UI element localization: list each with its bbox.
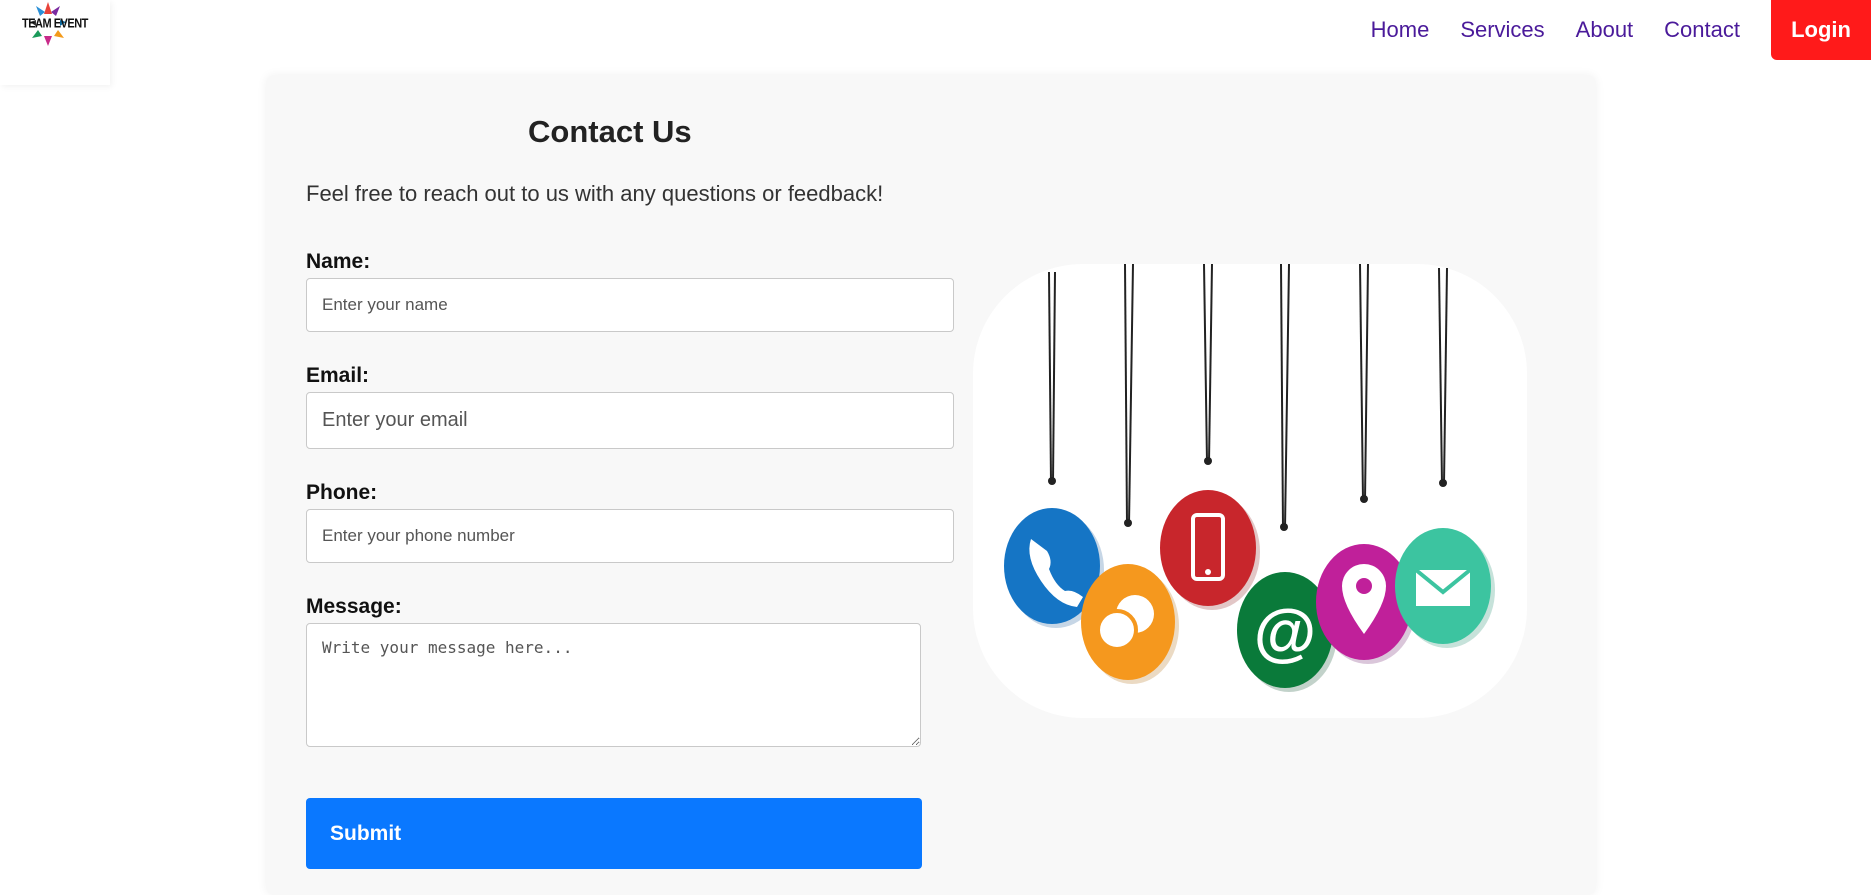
message-textarea[interactable] — [306, 623, 921, 747]
phone-input[interactable] — [306, 509, 954, 563]
submit-button[interactable]: Submit — [306, 798, 922, 869]
contact-card: Contact Us Feel free to reach out to us … — [266, 75, 1596, 895]
page-title: Contact Us — [528, 114, 692, 149]
nav-home[interactable]: Home — [1371, 17, 1430, 43]
contact-illustration: @ — [973, 264, 1527, 718]
login-button[interactable]: Login — [1771, 0, 1871, 60]
svg-text:@: @ — [1254, 596, 1316, 668]
email-input[interactable] — [306, 392, 954, 449]
page-subtitle: Feel free to reach out to us with any qu… — [306, 181, 884, 206]
logo[interactable]: TEAM EVENT — [0, 0, 110, 85]
logo-text: TEAM EVENT — [22, 16, 88, 32]
nav-contact[interactable]: Contact — [1664, 17, 1740, 43]
main-nav: Home Services About Contact Login — [1371, 0, 1871, 60]
name-label: Name: — [306, 250, 371, 273]
nav-services[interactable]: Services — [1460, 17, 1544, 43]
phone-label: Phone: — [306, 481, 378, 504]
nav-about[interactable]: About — [1576, 17, 1634, 43]
message-label: Message: — [306, 595, 402, 618]
email-label: Email: — [306, 364, 370, 387]
name-input[interactable] — [306, 278, 954, 332]
